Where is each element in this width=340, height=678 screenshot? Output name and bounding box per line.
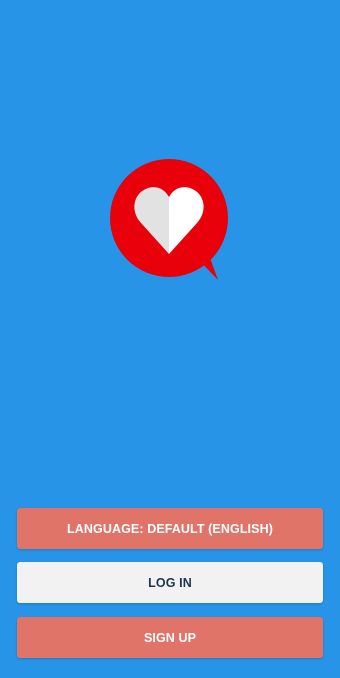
signup-button[interactable]: SIGN UP — [17, 617, 323, 658]
heart-speech-bubble-icon — [108, 157, 230, 281]
language-button[interactable]: LANGUAGE: DEFAULT (ENGLISH) — [17, 508, 323, 549]
login-button[interactable]: LOG IN — [17, 562, 323, 603]
welcome-screen: LANGUAGE: DEFAULT (ENGLISH) LOG IN SIGN … — [0, 0, 340, 678]
